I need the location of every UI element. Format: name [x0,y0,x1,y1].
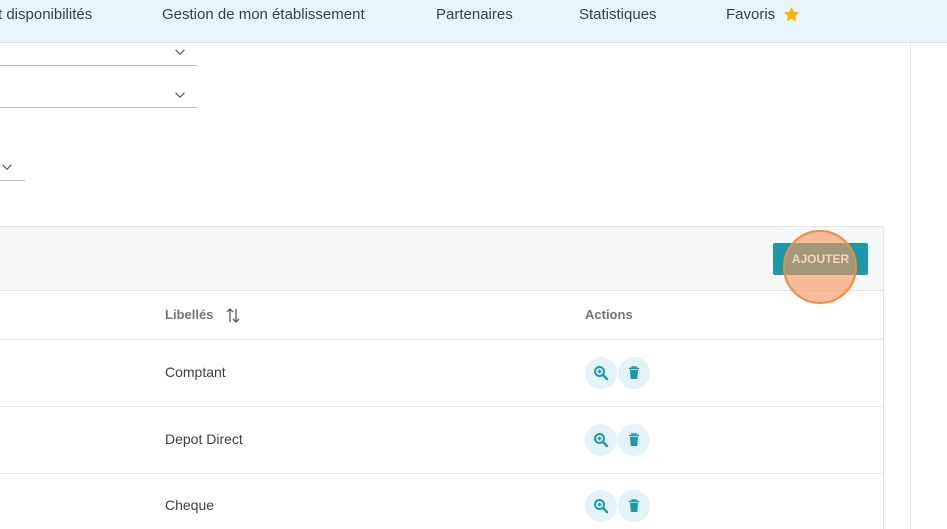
delete-button[interactable] [618,490,650,522]
trash-icon [629,433,639,446]
row-label: Cheque [165,497,215,513]
delete-button[interactable] [618,424,650,456]
table-row: Cheque [0,473,883,529]
zoom-in-icon [594,433,609,448]
nav-item-disponibilites[interactable]: t disponibilités [0,0,92,30]
add-button[interactable]: AJOUTER [773,243,868,275]
zoom-in-icon [594,366,609,381]
nav-item-statistiques[interactable]: Statistiques [579,0,657,30]
table-row: Comptant [0,340,883,407]
view-button[interactable] [585,424,617,456]
nav-item-partenaires[interactable]: Partenaires [436,0,513,30]
scrollbar-track[interactable] [910,43,911,529]
page: t disponibilités Gestion de mon établiss… [0,0,947,529]
card-header: AJOUTER AJOUTER [0,227,883,304]
select-field-3[interactable] [0,158,25,181]
trash-icon [629,366,639,379]
column-header-libelles[interactable]: Libellés [165,291,255,339]
sort-arrows-icon[interactable] [225,307,241,324]
nav-item-label: t disponibilités [0,6,93,23]
view-button[interactable] [585,357,617,389]
column-header-actions: Actions [585,291,633,339]
row-label: Depot Direct [165,431,243,447]
view-button[interactable] [585,490,617,522]
nav-item-label: Gestion de mon établissement [162,6,365,23]
nav-item-label: Partenaires [436,6,513,23]
chevron-down-icon [175,92,185,99]
column-header-label: Libellés [165,307,214,322]
top-navigation: t disponibilités Gestion de mon établiss… [0,0,947,43]
zoom-in-icon [594,499,609,514]
table-row: Depot Direct [0,407,883,474]
star-icon [783,6,800,22]
nav-item-label: Statistiques [579,6,657,23]
nav-item-label: Favoris [726,6,776,23]
nav-item-gestion-etablissement[interactable]: Gestion de mon établissement [162,0,365,30]
column-header-label: Actions [585,307,633,322]
select-field-2[interactable] [0,85,197,108]
chevron-down-icon [175,49,185,56]
trash-icon [629,499,639,512]
nav-item-favoris[interactable]: Favoris [726,0,806,30]
row-label: Comptant [165,364,226,380]
select-field-1[interactable] [0,43,197,66]
table-header: Libellés Actions [0,291,883,340]
payment-methods-card: AJOUTER AJOUTER Libellés Actions Comptan… [0,226,884,529]
chevron-down-icon [2,164,12,171]
delete-button[interactable] [618,357,650,389]
